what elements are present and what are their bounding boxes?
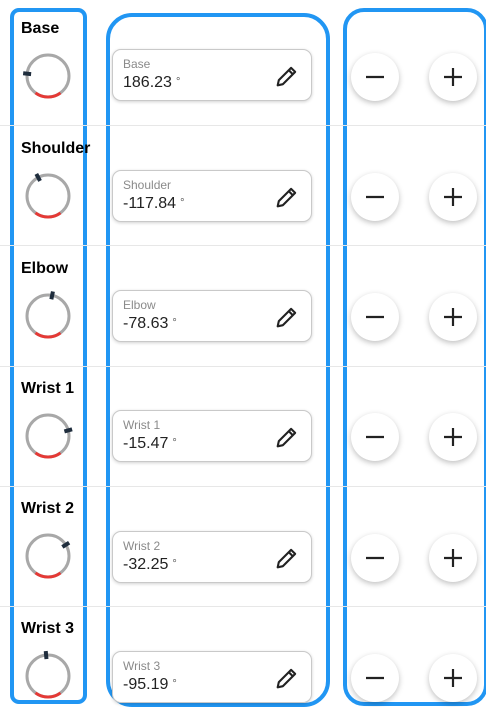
row-divider [0, 245, 486, 246]
field-unit: ° [172, 437, 177, 449]
row-divider [0, 125, 486, 126]
joint-angle-dial [25, 172, 71, 219]
decrease-button[interactable] [351, 654, 399, 702]
plus-icon [444, 428, 462, 446]
pencil-icon[interactable] [273, 544, 301, 572]
field-label: Shoulder [123, 178, 172, 192]
field-unit: ° [175, 76, 181, 88]
joint-name: Wrist 3 [21, 620, 75, 637]
field-value: 186.23 ° [123, 74, 181, 91]
joint-angle-dial [25, 291, 71, 339]
field-value: -78.63 ° [123, 315, 177, 332]
increase-button[interactable] [429, 534, 477, 582]
decrease-button[interactable] [351, 173, 399, 221]
decrease-button[interactable] [351, 293, 399, 341]
minus-icon [366, 556, 384, 560]
field-label: Wrist 1 [123, 418, 161, 432]
increase-button[interactable] [429, 53, 477, 101]
decrease-button[interactable] [351, 53, 399, 101]
pencil-icon[interactable] [273, 62, 301, 90]
joint-angle-dial [25, 413, 73, 459]
field-unit: ° [180, 197, 185, 209]
field-label: Elbow [123, 298, 156, 312]
minus-icon [366, 195, 384, 199]
joint-buttons-column [343, 8, 486, 706]
field-value: -95.19 ° [123, 676, 177, 693]
pencil-icon[interactable] [273, 664, 301, 692]
field-label: Wrist 2 [123, 539, 161, 553]
decrease-button[interactable] [351, 534, 399, 582]
field-unit: ° [172, 317, 177, 329]
pencil-icon[interactable] [273, 303, 301, 331]
joint-name: Wrist 1 [21, 380, 75, 397]
plus-icon [444, 669, 462, 687]
minus-icon [366, 435, 384, 439]
plus-icon [444, 68, 462, 86]
minus-icon [366, 676, 384, 680]
field-unit: ° [172, 678, 177, 690]
joint-angle-dial [22, 53, 71, 99]
pencil-icon[interactable] [273, 183, 301, 211]
pencil-icon[interactable] [273, 423, 301, 451]
joint-angle-dial [25, 650, 71, 699]
minus-icon [366, 75, 384, 79]
joint-name: Base [21, 20, 60, 37]
row-divider [0, 366, 486, 367]
field-value: -15.47 ° [123, 435, 177, 452]
joint-value-field[interactable]: Shoulder -117.84 ° [112, 170, 312, 222]
joint-value-field[interactable]: Base 186.23 ° [112, 49, 312, 101]
field-label: Base [123, 57, 151, 71]
increase-button[interactable] [429, 173, 477, 221]
increase-button[interactable] [429, 654, 477, 702]
joint-value-field[interactable]: Wrist 2 -32.25 ° [112, 531, 312, 583]
field-unit: ° [172, 558, 177, 570]
joint-fields-column [106, 13, 330, 707]
field-value: -32.25 ° [123, 556, 177, 573]
joint-name: Wrist 2 [21, 500, 75, 517]
row-divider [0, 486, 486, 487]
row-divider [0, 606, 486, 607]
increase-button[interactable] [429, 293, 477, 341]
joint-value-field[interactable]: Elbow -78.63 ° [112, 290, 312, 342]
joint-labels-column [10, 8, 87, 704]
plus-icon [444, 308, 462, 326]
joint-name: Shoulder [21, 140, 91, 157]
minus-icon [366, 315, 384, 319]
joint-angle-dial [25, 533, 71, 579]
joint-name: Elbow [21, 260, 69, 277]
field-value: -117.84 ° [123, 195, 185, 212]
field-label: Wrist 3 [123, 659, 161, 673]
joint-value-field[interactable]: Wrist 3 -95.19 ° [112, 651, 312, 703]
increase-button[interactable] [429, 413, 477, 461]
plus-icon [444, 188, 462, 206]
plus-icon [444, 549, 462, 567]
decrease-button[interactable] [351, 413, 399, 461]
joint-value-field[interactable]: Wrist 1 -15.47 ° [112, 410, 312, 462]
